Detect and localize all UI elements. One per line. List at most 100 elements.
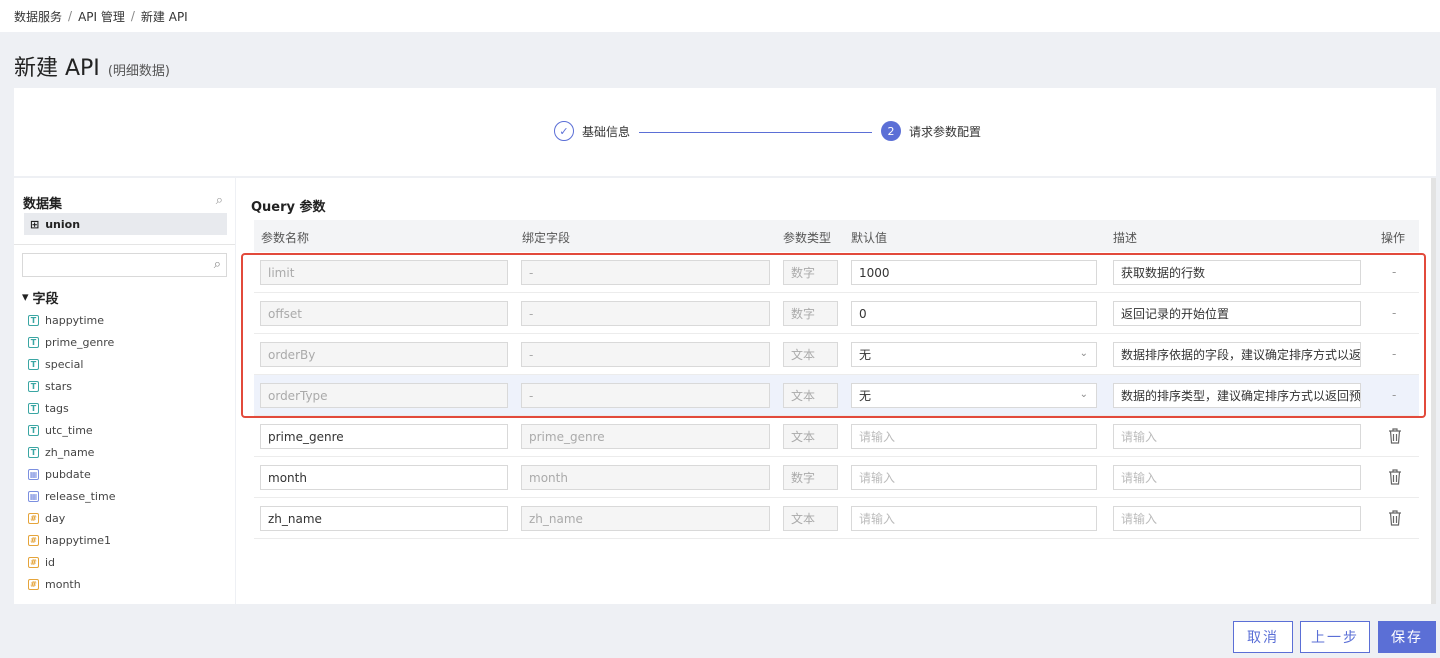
number-type-icon: # [28, 578, 39, 590]
field-item[interactable]: Tzh_name [28, 441, 115, 463]
date-type-icon: ▦ [28, 468, 39, 480]
text-type-icon: T [28, 358, 39, 370]
default-value-input[interactable]: 请输入 [851, 465, 1097, 490]
search-icon: ⌕ [213, 257, 221, 272]
trash-icon[interactable] [1388, 428, 1402, 444]
chevron-down-icon: ⌄ [1079, 389, 1088, 400]
select-value: 无 [859, 389, 872, 403]
trash-icon[interactable] [1388, 510, 1402, 526]
field-name: month [45, 577, 81, 591]
bind-field-input: - [521, 301, 770, 326]
default-value-input[interactable]: 请输入 [851, 506, 1097, 531]
column-header: 参数类型 [783, 231, 832, 245]
breadcrumb-item[interactable]: API 管理 [78, 8, 125, 25]
page-subtitle: (明细数据) [107, 64, 170, 79]
column-header: 操作 [1381, 231, 1406, 245]
field-name: id [45, 555, 56, 569]
fields-group-toggle[interactable]: ▾ 字段 [22, 288, 59, 307]
operation-placeholder: - [1392, 306, 1397, 320]
step-request-params[interactable]: 2 请求参数配置 [881, 121, 981, 141]
param-type-input: 数字 [783, 260, 838, 285]
column-header: 描述 [1113, 231, 1138, 245]
field-name: utc_time [45, 423, 93, 437]
step-label: 请求参数配置 [909, 124, 982, 139]
bind-field-input: prime_genre [521, 424, 770, 449]
step-number: 2 [881, 121, 901, 141]
query-params-panel: Query 参数 参数名称 绑定字段 参数类型 默认值 描述 操作 limit … [236, 178, 1436, 604]
chevron-down-icon: ⌄ [1079, 348, 1088, 359]
bind-field-input: zh_name [521, 506, 770, 531]
cancel-button[interactable]: 取消 [1233, 621, 1293, 653]
description-input[interactable]: 数据的排序类型，建议确定排序方式以返回预 [1113, 383, 1361, 408]
table-row: offset - 数字 0 返回记录的开始位置 - [254, 293, 1419, 334]
field-item[interactable]: Tutc_time [28, 419, 115, 441]
default-value-select[interactable]: 无 ⌄ [851, 383, 1097, 408]
table-row: orderBy - 文本 无 ⌄ 数据排序依据的字段，建议确定排序方式以返 - [254, 334, 1419, 375]
text-type-icon: T [28, 380, 39, 392]
param-name-input: orderBy [260, 342, 508, 367]
breadcrumb-separator: / [130, 9, 135, 23]
breadcrumb: 数据服务 / API 管理 / 新建 API [0, 0, 1440, 32]
param-name-input[interactable]: zh_name [260, 506, 508, 531]
field-item[interactable]: Tstars [28, 375, 115, 397]
default-value-input[interactable]: 请输入 [851, 424, 1097, 449]
field-name: day [45, 511, 66, 525]
search-icon[interactable]: ⌕ [216, 193, 223, 208]
description-input[interactable]: 数据排序依据的字段，建议确定排序方式以返 [1113, 342, 1361, 367]
number-type-icon: # [28, 534, 39, 546]
bind-field-input: - [521, 260, 770, 285]
param-type-input: 文本 [783, 424, 838, 449]
field-item[interactable]: ▦ pubdate [28, 463, 115, 485]
default-value-select[interactable]: 无 ⌄ [851, 342, 1097, 367]
step-basic-info[interactable]: ✓ 基础信息 [554, 121, 630, 141]
field-item[interactable]: Tprime_genre [28, 331, 115, 353]
breadcrumb-item[interactable]: 数据服务 [14, 8, 62, 25]
check-icon: ✓ [554, 121, 574, 141]
field-item[interactable]: Tspecial [28, 353, 115, 375]
default-value-input[interactable]: 1000 [851, 260, 1097, 285]
scrollbar[interactable] [1431, 178, 1436, 604]
field-name: zh_name [45, 445, 95, 459]
operation-placeholder: - [1392, 388, 1397, 402]
save-button[interactable]: 保存 [1378, 621, 1436, 653]
breadcrumb-item: 新建 API [140, 9, 188, 24]
previous-step-button[interactable]: 上一步 [1300, 621, 1370, 653]
field-item[interactable]: # id [28, 551, 115, 573]
param-type-input: 数字 [783, 465, 838, 490]
param-name-input[interactable]: prime_genre [260, 424, 508, 449]
param-type-input: 文本 [783, 342, 838, 367]
field-item[interactable]: Ttags [28, 397, 115, 419]
description-input[interactable]: 请输入 [1113, 506, 1361, 531]
table-row: prime_genre prime_genre 文本 请输入 请输入 [254, 416, 1419, 457]
trash-icon[interactable] [1388, 469, 1402, 485]
step-connector [639, 132, 872, 133]
field-item[interactable]: # day [28, 507, 115, 529]
field-item[interactable]: Thappytime [28, 309, 115, 331]
dataset-item[interactable]: ⊞ union [24, 213, 227, 235]
number-type-icon: # [28, 512, 39, 524]
param-name-input[interactable]: month [260, 465, 508, 490]
description-input[interactable]: 返回记录的开始位置 [1113, 301, 1361, 326]
fields-group-label: 字段 [32, 292, 59, 307]
description-input[interactable]: 获取数据的行数 [1113, 260, 1361, 285]
description-input[interactable]: 请输入 [1113, 424, 1361, 449]
field-item[interactable]: # happytime1 [28, 529, 115, 551]
bind-field-input: - [521, 342, 770, 367]
text-type-icon: T [28, 402, 39, 414]
caret-down-icon: ▾ [22, 290, 29, 305]
field-item[interactable]: ▦ release_time [28, 485, 115, 507]
date-type-icon: ▦ [28, 490, 39, 502]
dataset-header: 数据集 [23, 197, 63, 212]
section-title: Query 参数 [251, 200, 326, 215]
description-input[interactable]: 请输入 [1113, 465, 1361, 490]
column-header: 参数名称 [261, 231, 310, 245]
field-search-input[interactable]: ⌕ [22, 253, 227, 277]
page-title: 新建 API (明细数据) [14, 50, 170, 82]
param-type-input: 文本 [783, 383, 838, 408]
field-item[interactable]: # month [28, 573, 115, 595]
default-value-input[interactable]: 0 [851, 301, 1097, 326]
field-name: stars [45, 379, 73, 393]
field-name: prime_genre [45, 335, 115, 349]
table-icon: ⊞ [30, 217, 40, 231]
field-name: special [45, 357, 84, 371]
